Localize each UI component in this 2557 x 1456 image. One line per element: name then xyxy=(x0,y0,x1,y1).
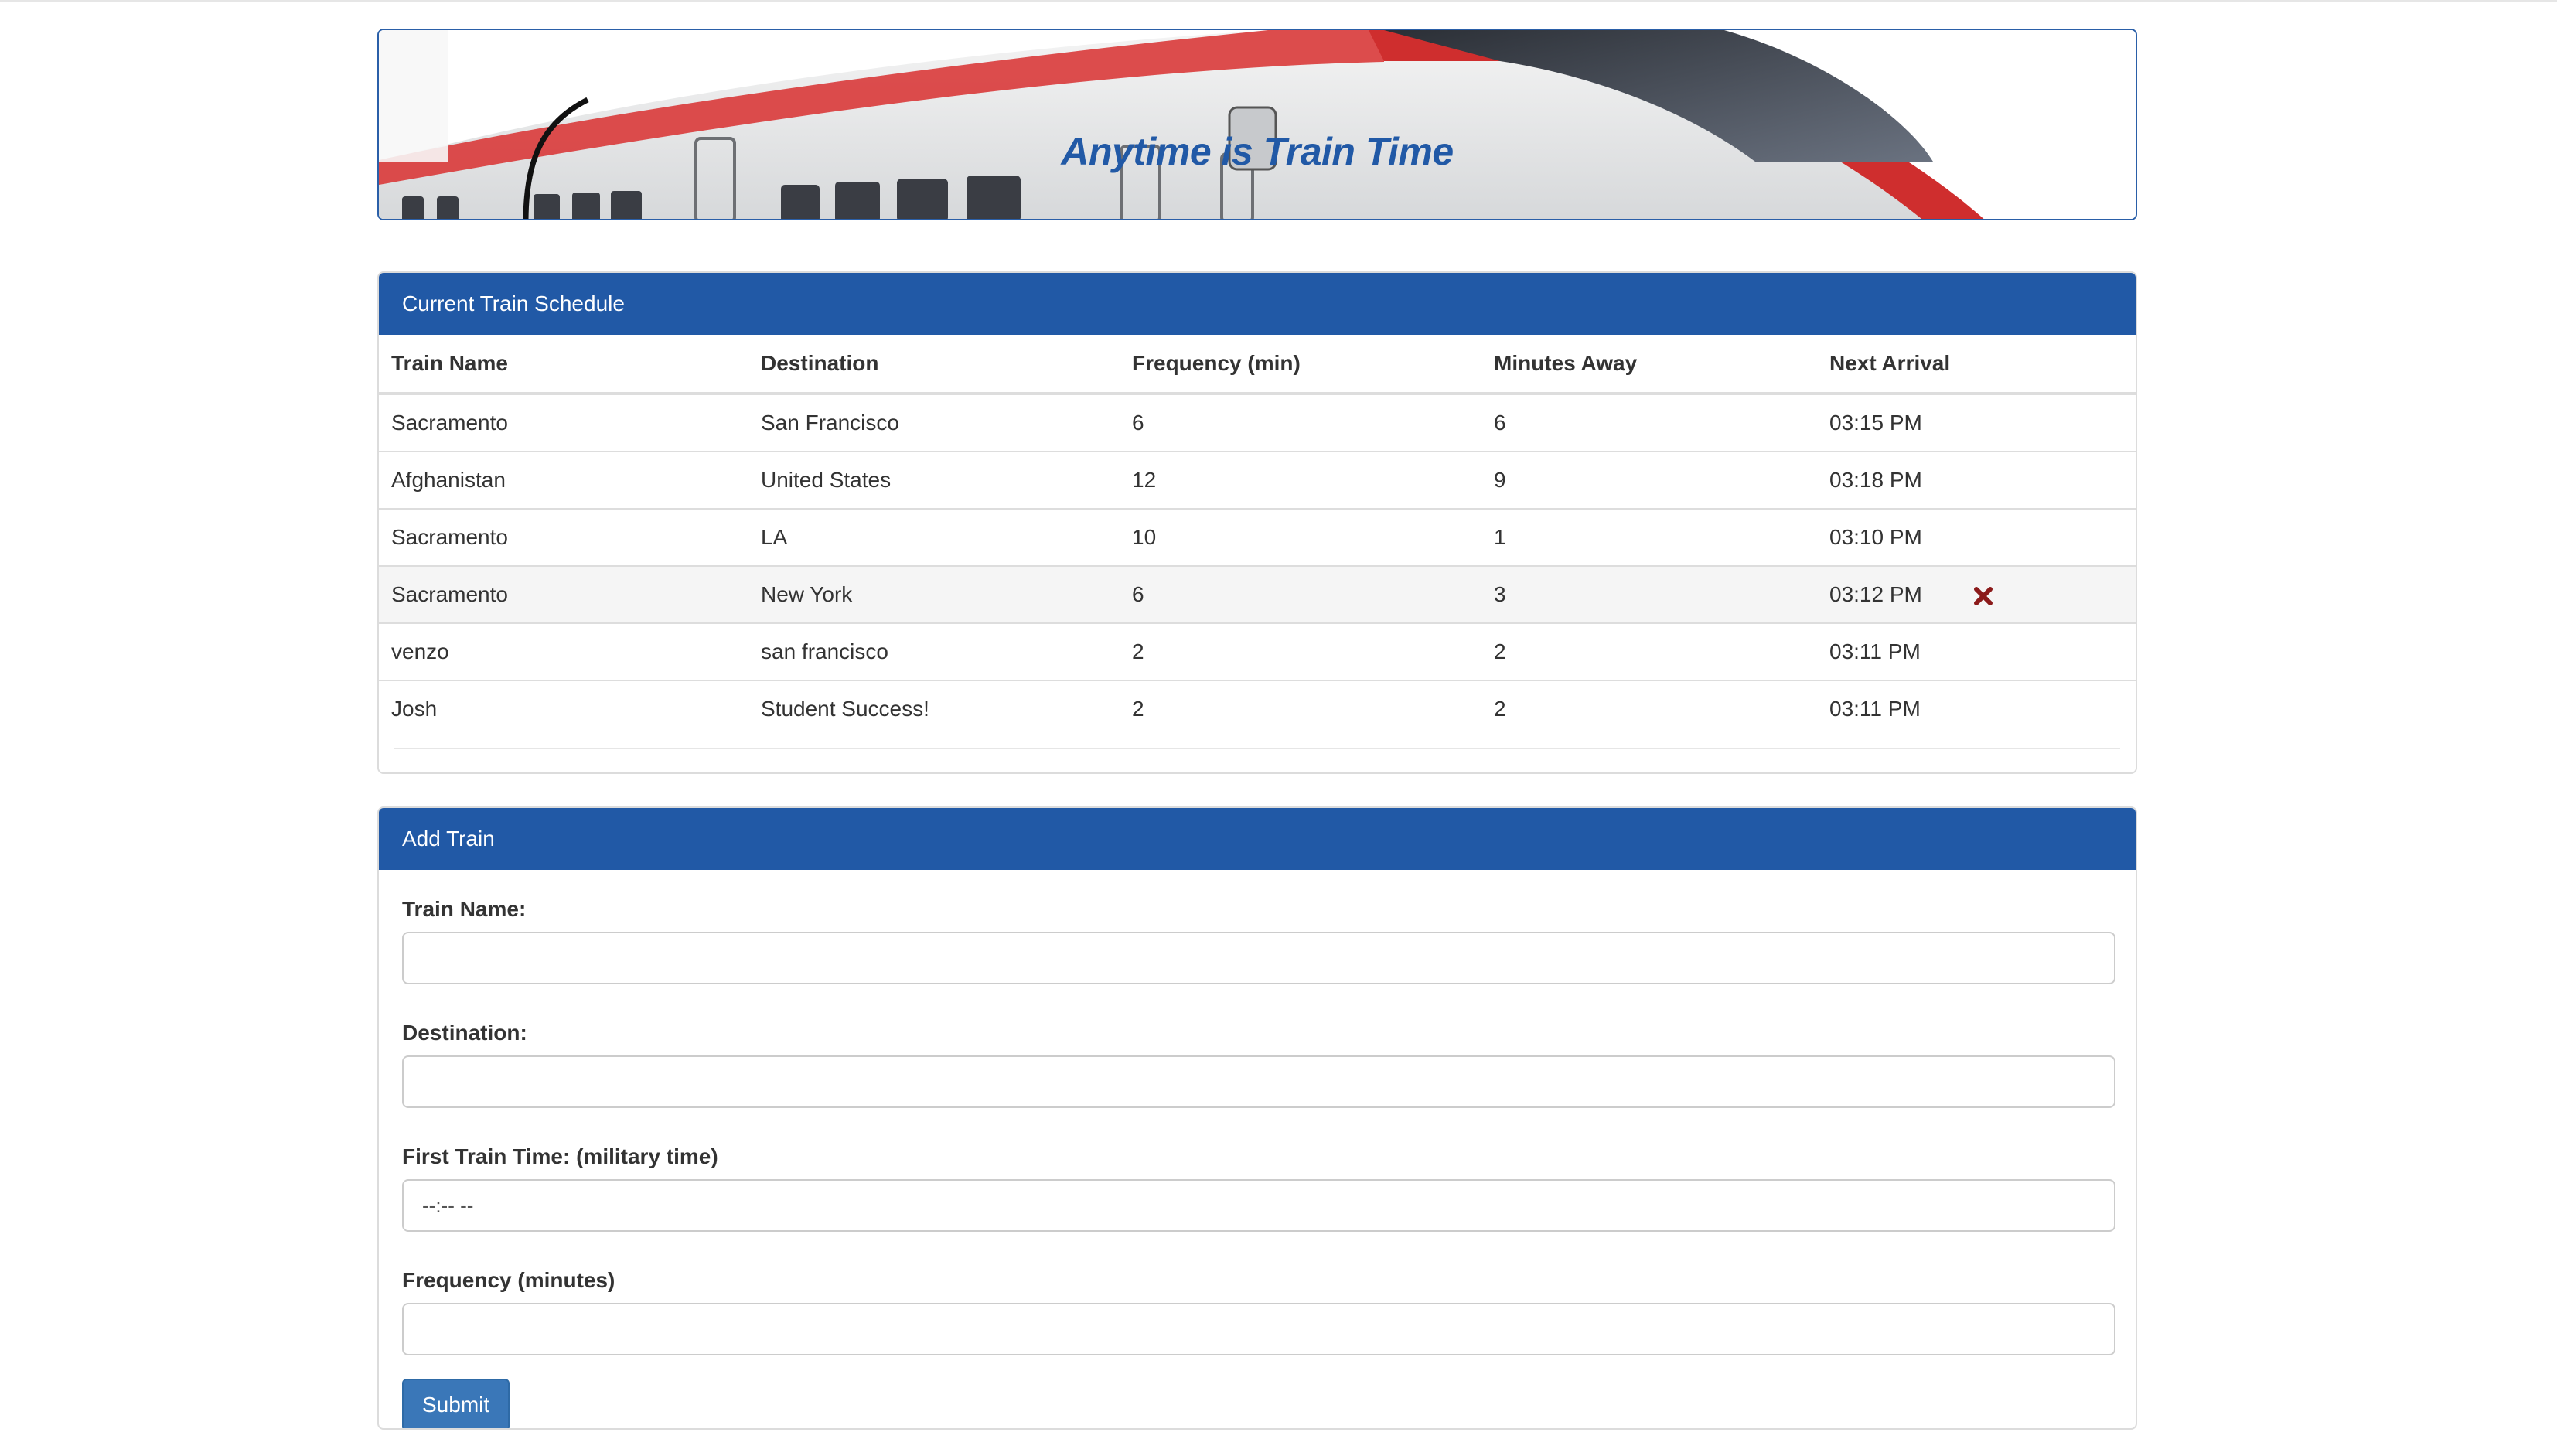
train-name-label: Train Name: xyxy=(402,897,527,921)
cell-minutes-away: 1 xyxy=(1481,508,1817,566)
cell-destination: United States xyxy=(748,451,1120,509)
schedule-panel: Current Train Schedule Train Name Destin… xyxy=(377,271,2137,774)
cell-train-name: Josh xyxy=(379,680,748,737)
cell-next-arrival: 03:11 PM xyxy=(1817,622,2136,680)
banner-title: Anytime is Train Time xyxy=(1061,130,1454,173)
frequency-input[interactable] xyxy=(402,1303,2115,1355)
top-divider xyxy=(0,0,2557,2)
cell-train-name: Sacramento xyxy=(379,393,748,452)
table-divider xyxy=(394,748,2120,749)
cell-next-arrival: 03:11 PM xyxy=(1817,680,2136,737)
table-row: Sacramento San Francisco 6 6 03:15 PM xyxy=(379,393,2136,452)
times-icon[interactable] xyxy=(1973,582,1993,606)
cell-frequency: 10 xyxy=(1120,508,1481,566)
table-row: Afghanistan United States 12 9 03:18 PM xyxy=(379,451,2136,509)
cell-train-name: Afghanistan xyxy=(379,451,748,509)
table-row: Josh Student Success! 2 2 03:11 PM xyxy=(379,680,2136,737)
cell-minutes-away: 6 xyxy=(1481,393,1817,452)
table-row: Sacramento LA 10 1 03:10 PM xyxy=(379,508,2136,566)
add-train-form: Train Name: Destination: First Train Tim… xyxy=(379,870,2136,1428)
frequency-label: Frequency (minutes) xyxy=(402,1268,615,1292)
cell-train-name: Sacramento xyxy=(379,508,748,566)
destination-input[interactable] xyxy=(402,1055,2115,1108)
first-train-time-input[interactable] xyxy=(402,1179,2115,1232)
schedule-table: Train Name Destination Frequency (min) M… xyxy=(379,335,2136,737)
cell-minutes-away: 9 xyxy=(1481,451,1817,509)
destination-label: Destination: xyxy=(402,1021,527,1045)
column-header-frequency: Frequency (min) xyxy=(1120,335,1481,395)
cell-destination: san francisco xyxy=(748,622,1120,680)
submit-button[interactable]: Submit xyxy=(402,1379,510,1428)
cell-train-name: Sacramento xyxy=(379,565,748,623)
cell-next-arrival: 03:15 PM xyxy=(1817,393,2136,452)
cell-next-arrival: 03:12 PM xyxy=(1829,582,1922,606)
column-header-next-arrival: Next Arrival xyxy=(1817,335,2136,395)
cell-destination: LA xyxy=(748,508,1120,566)
column-header-minutes-away: Minutes Away xyxy=(1481,335,1817,395)
column-header-destination: Destination xyxy=(748,335,1120,395)
train-name-input[interactable] xyxy=(402,932,2115,984)
cell-destination: New York xyxy=(748,565,1120,623)
cell-next-arrival-with-remove: 03:12 PM xyxy=(1817,565,2136,623)
cell-frequency: 6 xyxy=(1120,565,1481,623)
cell-frequency: 12 xyxy=(1120,451,1481,509)
banner: Anytime is Train Time xyxy=(377,29,2137,220)
schedule-heading: Current Train Schedule xyxy=(379,273,2136,335)
table-row: venzo san francisco 2 2 03:11 PM xyxy=(379,622,2136,680)
cell-frequency: 6 xyxy=(1120,393,1481,452)
add-train-heading: Add Train xyxy=(379,808,2136,870)
cell-minutes-away: 3 xyxy=(1481,565,1817,623)
column-header-train-name: Train Name xyxy=(379,335,748,395)
table-row: Sacramento New York 6 3 03:12 PM xyxy=(379,565,2136,623)
cell-destination: Student Success! xyxy=(748,680,1120,737)
train-banner-image xyxy=(379,30,2136,219)
cell-next-arrival: 03:10 PM xyxy=(1817,508,2136,566)
cell-train-name: venzo xyxy=(379,622,748,680)
table-header-row: Train Name Destination Frequency (min) M… xyxy=(379,335,2136,395)
add-train-panel: Add Train Train Name: Destination: First… xyxy=(377,806,2137,1430)
cell-frequency: 2 xyxy=(1120,680,1481,737)
first-train-time-label: First Train Time: (military time) xyxy=(402,1144,718,1168)
cell-minutes-away: 2 xyxy=(1481,680,1817,737)
cell-frequency: 2 xyxy=(1120,622,1481,680)
cell-minutes-away: 2 xyxy=(1481,622,1817,680)
cell-next-arrival: 03:18 PM xyxy=(1817,451,2136,509)
cell-destination: San Francisco xyxy=(748,393,1120,452)
